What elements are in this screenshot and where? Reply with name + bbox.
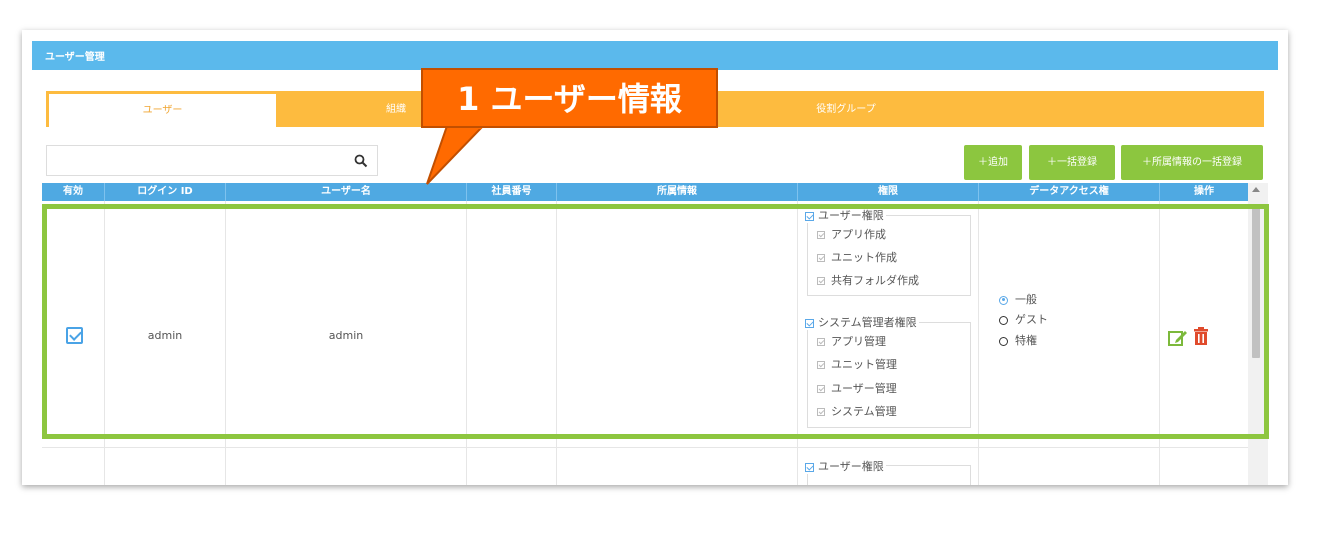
tab-users[interactable]: ユーザー — [46, 91, 276, 127]
table-row: ユーザー権限 — [42, 448, 1248, 485]
scroll-up-icon[interactable] — [1252, 187, 1260, 192]
header-enabled[interactable]: 有効 — [42, 183, 105, 201]
header-login-id[interactable]: ログイン ID — [105, 183, 226, 201]
bulk-affiliation-register-button[interactable]: ＋所属情報の一括登録 — [1121, 145, 1263, 180]
annotation-label: 1 ユーザー情報 — [457, 80, 682, 118]
header-data-access[interactable]: データアクセス権 — [979, 183, 1160, 201]
table-header: 有効 ログイン ID ユーザー名 社員番号 所属情報 権限 データアクセス権 操… — [42, 183, 1248, 201]
annotation-callout: 1 ユーザー情報 — [421, 68, 718, 128]
panel-title: ユーザー管理 — [32, 41, 1278, 70]
bulk-register-button[interactable]: ＋一括登録 — [1029, 145, 1115, 180]
search-icon[interactable] — [354, 154, 368, 168]
callout-pointer — [426, 126, 485, 185]
search-input[interactable] — [46, 145, 378, 176]
header-affiliation[interactable]: 所属情報 — [557, 183, 798, 201]
tab-role-groups[interactable]: 役割グループ — [706, 91, 986, 127]
header-actions: 操作 — [1194, 186, 1214, 197]
add-button[interactable]: ＋追加 — [964, 145, 1022, 180]
user-info-highlight-box — [42, 204, 1269, 439]
user-permission-header[interactable]: ユーザー権限 — [805, 458, 886, 474]
header-permissions[interactable]: 権限 — [798, 183, 979, 201]
check-icon — [805, 462, 814, 472]
